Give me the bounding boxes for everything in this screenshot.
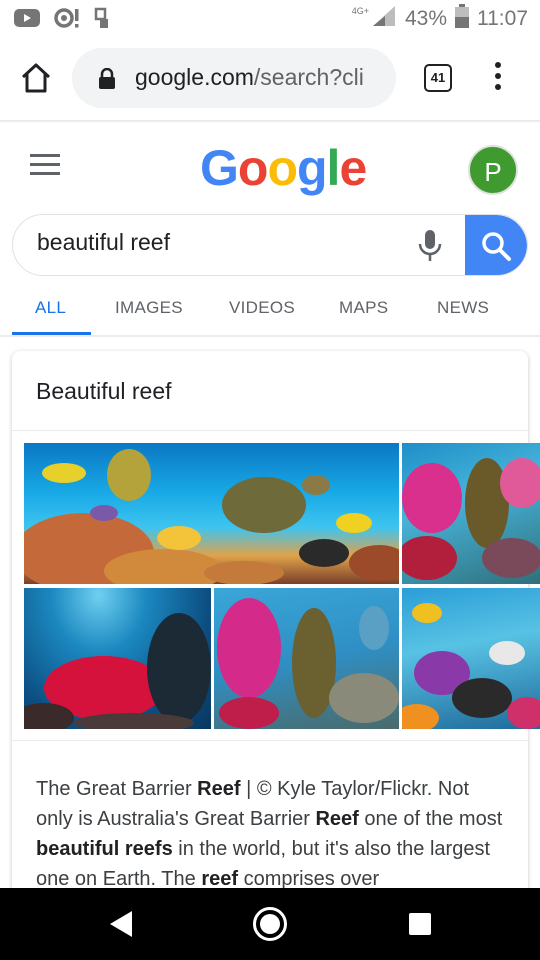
card-title[interactable]: Beautiful reef <box>36 378 172 405</box>
status-bar: 4G+ 43% 11:07 <box>0 0 540 36</box>
url-path: /search?cli <box>253 64 364 90</box>
logo-letter: o <box>237 140 269 196</box>
search-input[interactable]: beautiful reef <box>37 229 170 256</box>
tabs-divider <box>0 335 540 337</box>
tab-videos[interactable]: VIDEOS <box>229 298 295 318</box>
address-bar[interactable]: google.com/search?cli <box>72 48 396 108</box>
network-type: 4G+ <box>351 6 369 16</box>
logo-letter: o <box>267 140 298 196</box>
reef-image-fish[interactable] <box>402 588 540 729</box>
lock-icon <box>98 67 116 95</box>
result-card: Beautiful reef The Great Barrier Reef | … <box>12 351 540 951</box>
reef-image-red-coral[interactable] <box>24 588 211 729</box>
search-button[interactable] <box>465 215 527 275</box>
system-navigation-bar <box>0 888 540 960</box>
red-coral-illustration <box>24 613 211 729</box>
tab-maps[interactable]: MAPS <box>339 298 388 318</box>
snippet-text: comprises over <box>238 868 380 890</box>
divider <box>12 740 528 741</box>
snippet-text: The Great Barrier <box>36 778 198 800</box>
turtle-reef-illustration <box>24 449 399 584</box>
divider <box>12 430 528 431</box>
back-icon[interactable] <box>108 910 134 943</box>
tab-images[interactable]: IMAGES <box>115 298 183 318</box>
browser-toolbar: google.com/search?cli 41 <box>0 36 540 120</box>
signal-icon <box>371 4 397 34</box>
soft-coral-illustration <box>217 598 399 729</box>
snippet-highlight: Reef <box>315 808 359 830</box>
url-text: google.com/search?cli <box>135 64 381 91</box>
search-box[interactable]: beautiful reef <box>12 214 528 276</box>
toolbar-shadow <box>0 120 540 123</box>
snippet-highlight: Reef <box>197 778 241 800</box>
overflow-menu-button[interactable] <box>488 62 508 96</box>
reef-image-soft-coral[interactable] <box>214 588 399 729</box>
reef-image-pink-coral[interactable] <box>402 443 540 584</box>
dot-icon <box>495 62 501 68</box>
battery-icon <box>455 4 469 34</box>
home-button[interactable] <box>18 60 54 96</box>
dot-icon <box>495 84 501 90</box>
tab-news[interactable]: NEWS <box>437 298 489 318</box>
tab-switcher-button[interactable]: 41 <box>424 64 452 92</box>
home-nav-icon[interactable] <box>253 907 287 941</box>
home-icon <box>21 63 51 93</box>
snippet-text: one of the most <box>358 808 503 830</box>
battery-percent: 43% <box>404 7 447 30</box>
logo-letter: l <box>326 140 341 196</box>
google-logo[interactable]: Google <box>200 138 367 198</box>
url-host: google.com <box>135 64 254 90</box>
dot-icon <box>495 73 501 79</box>
microphone-icon[interactable] <box>417 229 443 268</box>
search-icon <box>482 232 511 261</box>
pink-coral-illustration <box>402 458 540 580</box>
clock: 11:07 <box>477 7 528 30</box>
fish-reef-illustration <box>402 603 540 729</box>
search-tabs: ALL IMAGES VIDEOS MAPS NEWS <box>0 280 540 336</box>
hamburger-menu-icon[interactable] <box>30 154 60 176</box>
snippet-highlight: beautiful reefs <box>36 838 173 860</box>
tab-all[interactable]: ALL <box>35 298 66 318</box>
logo-letter: G <box>200 140 239 196</box>
account-avatar[interactable]: P <box>468 145 518 195</box>
notification-icon <box>54 7 80 34</box>
logo-letter: g <box>297 140 328 196</box>
result-snippet: The Great Barrier Reef | © Kyle Taylor/F… <box>36 774 506 894</box>
logo-letter: e <box>339 140 367 196</box>
snippet-highlight: reef <box>201 868 239 890</box>
reef-image-turtle[interactable] <box>24 443 399 584</box>
recents-icon[interactable] <box>409 913 431 935</box>
youtube-icon <box>14 8 40 33</box>
usb-icon <box>94 7 110 34</box>
